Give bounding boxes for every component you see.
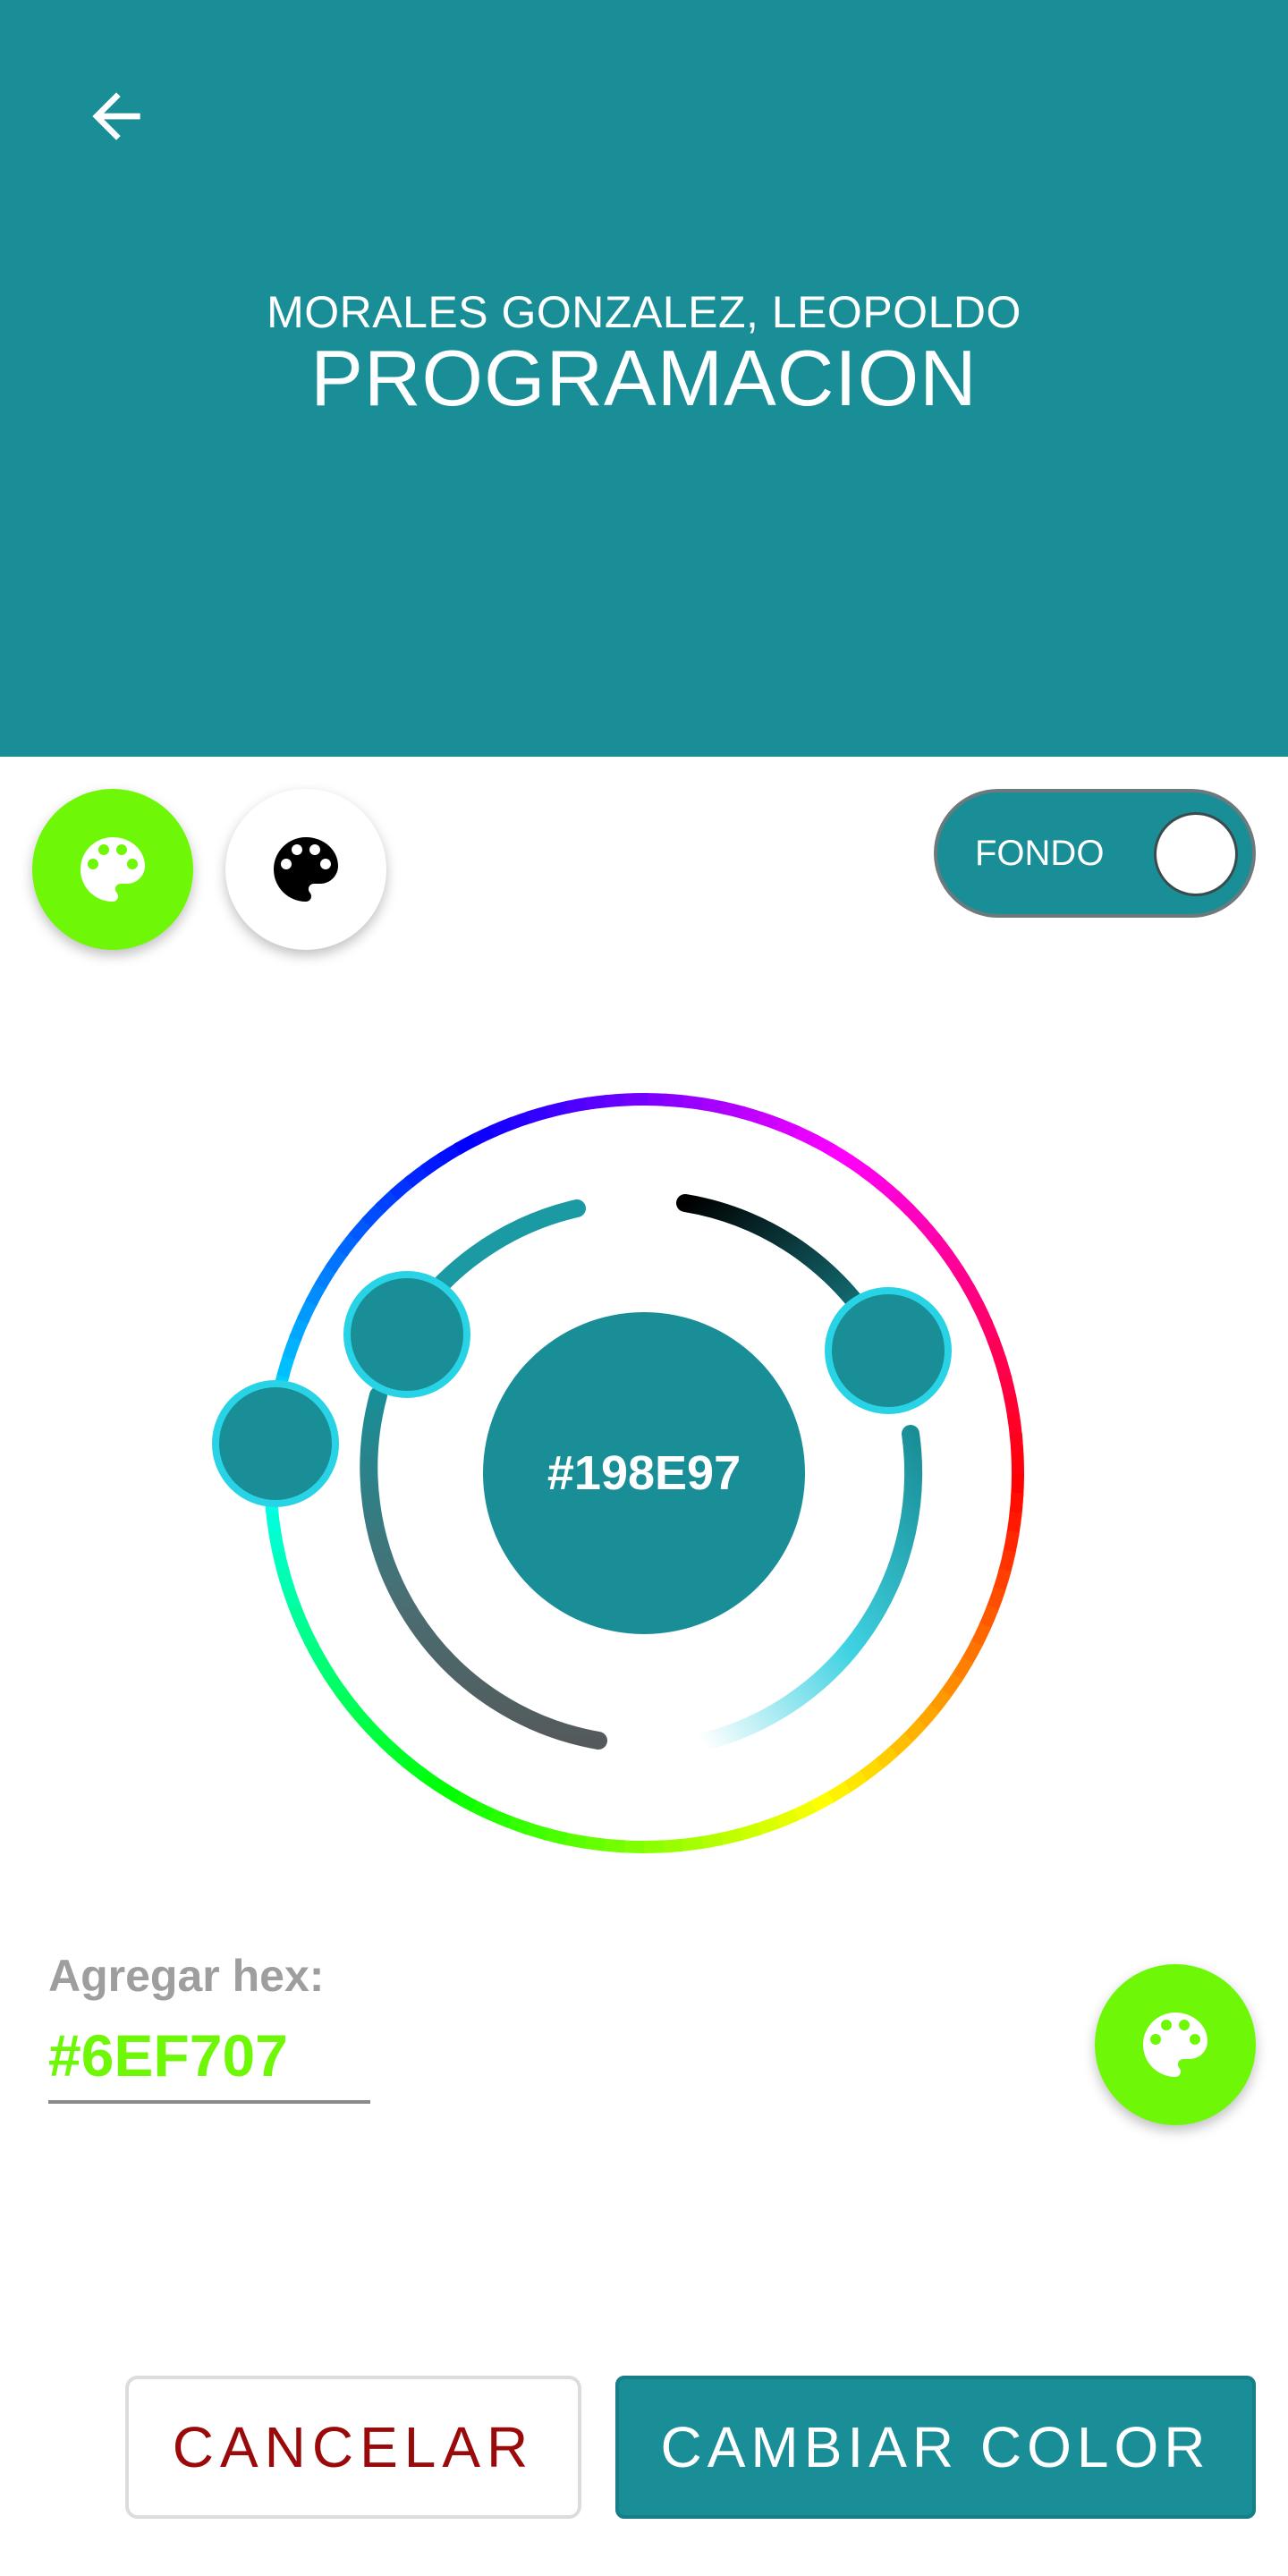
background-toggle[interactable]: FONDO — [934, 789, 1256, 918]
arrow-left-icon — [92, 92, 140, 140]
color-picker-screen: MORALES GONZALEZ, LEOPOLDO PROGRAMACION … — [0, 0, 1288, 2576]
selected-hex-label: #198E97 — [547, 1446, 741, 1500]
toggle-label: FONDO — [975, 834, 1105, 873]
saturation-handle[interactable] — [825, 1287, 952, 1414]
cancel-button[interactable]: CANCELAR — [125, 2376, 581, 2519]
back-button[interactable] — [63, 63, 170, 170]
palette-icon — [274, 837, 338, 902]
color-wheel-graphic: #198E97 — [212, 1093, 1025, 1853]
hue-handle[interactable] — [212, 1380, 339, 1507]
hex-input[interactable] — [48, 2011, 370, 2104]
change-color-button[interactable]: CAMBIAR COLOR — [615, 2376, 1256, 2519]
subject-title: PROGRAMACION — [310, 334, 978, 422]
palette-icon — [1143, 2012, 1208, 2077]
palette-icon — [80, 837, 145, 902]
hex-caption: Agregar hex: — [48, 1951, 325, 2001]
header: MORALES GONZALEZ, LEOPOLDO PROGRAMACION — [0, 0, 1288, 757]
shade-handle[interactable] — [343, 1271, 470, 1398]
apply-hex-button[interactable] — [1095, 1964, 1256, 2125]
color-wheel: #198E97 — [0, 1020, 1288, 1860]
foreground-color-button[interactable] — [32, 789, 193, 950]
toggle-knob[interactable] — [1154, 812, 1238, 896]
background-color-button[interactable] — [225, 789, 386, 950]
student-name: MORALES GONZALEZ, LEOPOLDO — [267, 287, 1021, 337]
